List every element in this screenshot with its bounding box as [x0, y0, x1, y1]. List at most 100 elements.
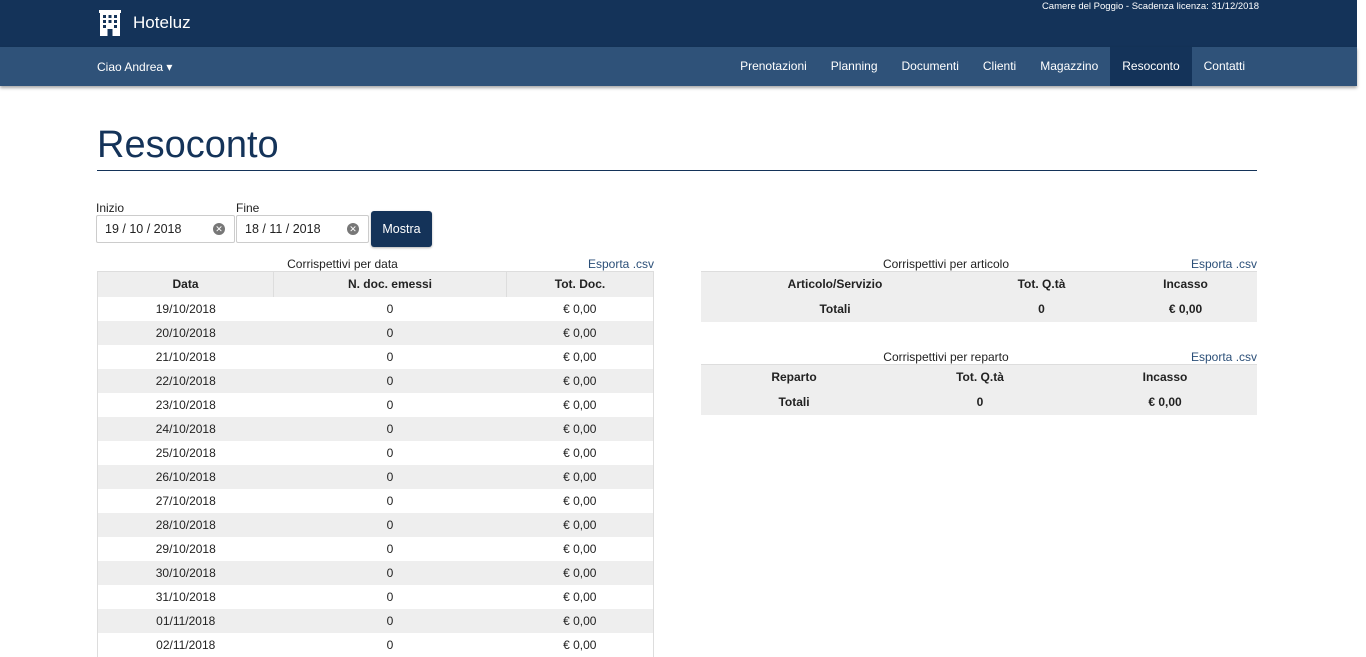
by-date-caption: Corrispettivi per data	[287, 257, 398, 271]
show-button[interactable]: Mostra	[371, 211, 432, 247]
cell-date: 31/10/2018	[155, 589, 216, 604]
nav-item-clienti[interactable]: Clienti	[971, 47, 1028, 86]
end-date-value: 18 / 11 / 2018	[245, 222, 321, 236]
user-menu[interactable]: Ciao Andrea ▾	[97, 60, 172, 74]
start-date-input[interactable]: 19 / 10 / 2018 ✕	[96, 215, 235, 243]
table-row: 26/10/2018 0 € 0,00	[97, 464, 654, 489]
column-header[interactable]: Reparto	[701, 364, 887, 390]
cell-date: 23/10/2018	[155, 397, 216, 412]
cell-doc-total: € 0,00	[563, 397, 597, 412]
table-row: 01/11/2018 0 € 0,00	[97, 608, 654, 633]
column-header[interactable]: Tot. Q.tà	[969, 271, 1114, 297]
clear-icon[interactable]: ✕	[347, 223, 359, 235]
totals-quantity: 0	[1038, 302, 1045, 316]
nav-menu: Prenotazioni Planning Documenti Clienti …	[728, 47, 1257, 86]
cell-date: 20/10/2018	[97, 320, 274, 345]
table-row: 27/10/2018 0 € 0,00	[98, 489, 654, 513]
brand[interactable]: Hoteluz	[99, 10, 191, 36]
cell-date: 24/10/2018	[97, 416, 274, 441]
export-csv-link[interactable]: Esporta .csv	[1191, 257, 1257, 271]
totals-label: Totali	[819, 302, 851, 316]
totals-amount: € 0,00	[1148, 395, 1182, 409]
cell-doc-count: 0	[386, 301, 394, 316]
table-header-row: Articolo/Servizio Tot. Q.tà Incasso	[701, 271, 1257, 297]
cell-date: 28/10/2018	[97, 512, 274, 537]
cell-doc-total: € 0,00	[563, 445, 597, 460]
nav-item-contatti[interactable]: Contatti	[1192, 47, 1257, 86]
table-header-row: Reparto Tot. Q.tà Incasso	[701, 364, 1257, 390]
by-department-table: Reparto Tot. Q.tà Incasso Totali 0 € 0,0…	[701, 364, 1257, 415]
table-header-row: Data N. doc. emessi Tot. Doc.	[97, 271, 654, 297]
totals-quantity: 0	[976, 395, 984, 409]
end-date-input[interactable]: 18 / 11 / 2018 ✕	[236, 215, 369, 243]
cell-doc-count: 0	[386, 637, 394, 652]
nav-item-magazzino[interactable]: Magazzino	[1028, 47, 1110, 86]
cell-doc-count: 0	[273, 464, 507, 489]
table-row: 29/10/2018 0 € 0,00	[98, 537, 654, 561]
cell-doc-total: € 0,00	[506, 464, 654, 489]
start-date-label: Inizio	[96, 201, 125, 215]
cell-doc-total: € 0,00	[563, 637, 597, 652]
nav-item-prenotazioni[interactable]: Prenotazioni	[728, 47, 819, 86]
title-divider	[97, 170, 1257, 171]
license-info: Camere del Poggio - Scadenza licenza: 31…	[1041, 1, 1259, 12]
cell-doc-total: € 0,00	[506, 320, 654, 345]
cell-doc-total: € 0,00	[506, 512, 654, 537]
cell-doc-count: 0	[273, 320, 507, 345]
app-title: Hoteluz	[133, 13, 191, 32]
table-body: 19/10/2018 0 € 0,00 20/10/2018 0 € 0,00 21/10/…	[97, 297, 654, 657]
totals-row: Totali 0 € 0,00	[701, 297, 1257, 322]
cell-doc-count: 0	[386, 397, 394, 412]
table-row: 22/10/2018 0 € 0,00	[97, 368, 654, 393]
clear-icon[interactable]: ✕	[213, 223, 225, 235]
table-row: 20/10/2018 0 € 0,00	[97, 320, 654, 345]
cell-doc-total: € 0,00	[563, 589, 597, 604]
cell-doc-total: € 0,00	[506, 416, 654, 441]
nav-item-resoconto[interactable]: Resoconto	[1110, 47, 1192, 86]
cell-doc-count: 0	[273, 608, 507, 633]
page-title: Resoconto	[97, 124, 279, 166]
export-csv-link[interactable]: Esporta .csv	[588, 257, 654, 271]
column-header[interactable]: N. doc. emessi	[273, 271, 507, 297]
export-csv-link[interactable]: Esporta .csv	[1191, 350, 1257, 364]
cell-date: 02/11/2018	[156, 637, 216, 652]
cell-doc-count: 0	[273, 416, 507, 441]
cell-date: 21/10/2018	[155, 349, 216, 364]
column-header[interactable]: Incasso	[1073, 364, 1257, 390]
nav-item-documenti[interactable]: Documenti	[890, 47, 971, 86]
by-department-caption: Corrispettivi per reparto	[883, 350, 1009, 364]
cell-doc-count: 0	[273, 560, 507, 585]
cell-doc-total: € 0,00	[506, 560, 654, 585]
nav-item-planning[interactable]: Planning	[819, 47, 890, 86]
cell-date: 19/10/2018	[155, 301, 216, 316]
start-date-value: 19 / 10 / 2018	[105, 222, 182, 236]
totals-amount: € 0,00	[1168, 302, 1203, 316]
table-row: 02/11/2018 0 € 0,00	[98, 633, 654, 657]
cell-doc-total: € 0,00	[563, 541, 597, 556]
by-date-table: Data N. doc. emessi Tot. Doc. 19/10/2018…	[97, 271, 654, 657]
column-header[interactable]: Tot. Q.tà	[887, 364, 1073, 390]
cell-date: 25/10/2018	[155, 445, 216, 460]
main-navbar: Ciao Andrea ▾ Prenotazioni Planning Docu…	[0, 47, 1357, 86]
column-header[interactable]: Articolo/Servizio	[701, 271, 969, 297]
table-row: 23/10/2018 0 € 0,00	[98, 393, 654, 417]
end-date-label: Fine	[236, 201, 260, 215]
column-header[interactable]: Data	[97, 271, 274, 297]
cell-doc-count: 0	[273, 512, 507, 537]
by-article-caption: Corrispettivi per articolo	[882, 257, 1010, 271]
by-article-table: Articolo/Servizio Tot. Q.tà Incasso Tota…	[701, 271, 1257, 322]
totals-label: Totali	[778, 395, 810, 409]
cell-doc-count: 0	[386, 541, 394, 556]
hotel-building-icon	[99, 10, 121, 36]
cell-doc-total: € 0,00	[563, 493, 597, 508]
cell-date: 26/10/2018	[97, 464, 274, 489]
totals-row: Totali 0 € 0,00	[701, 390, 1257, 415]
cell-doc-count: 0	[273, 368, 507, 393]
column-header[interactable]: Tot. Doc.	[506, 271, 654, 297]
cell-doc-count: 0	[386, 589, 394, 604]
cell-date: 27/10/2018	[155, 493, 216, 508]
cell-doc-count: 0	[386, 493, 394, 508]
cell-doc-total: € 0,00	[506, 608, 654, 633]
cell-date: 29/10/2018	[155, 541, 216, 556]
column-header[interactable]: Incasso	[1114, 271, 1257, 297]
